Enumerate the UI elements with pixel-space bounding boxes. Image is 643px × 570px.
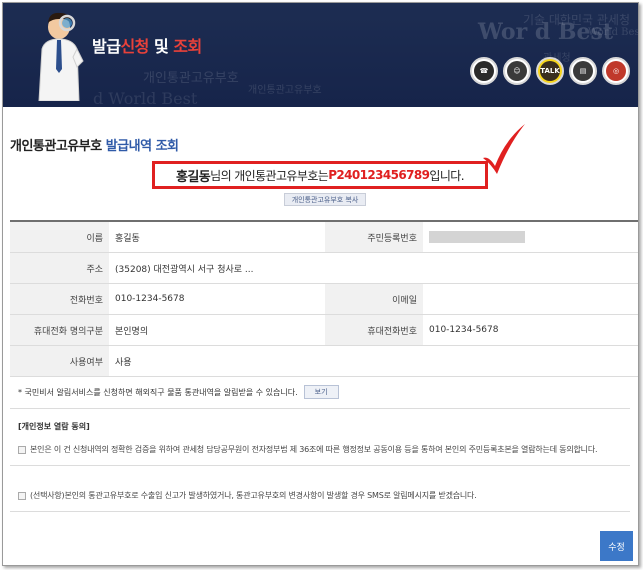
banner-background-text: 개인통관고유부호: [143, 71, 239, 86]
address-value: (35208) 대전광역시 서구 청사로 ...: [115, 264, 254, 275]
banner-background-text: 개인통관고유부호: [248, 85, 322, 96]
table-row: 사용여부 사용: [10, 346, 638, 377]
phone-icon[interactable]: ☎: [470, 57, 498, 85]
table-row: 전화번호 010-1234-5678 이메일: [10, 284, 638, 315]
person-help-icon[interactable]: ☺: [503, 57, 531, 85]
copy-code-button[interactable]: 개인통관고유부호 복사: [284, 193, 366, 206]
name-value: 홍길동: [115, 233, 140, 244]
divider: [10, 465, 630, 466]
address-label: 주소: [10, 253, 109, 283]
rrn-value: [423, 222, 638, 252]
page-title: 개인통관고유부호 발급내역 조회: [10, 139, 179, 154]
header-banner: 기술 대한민국 관세청 Wor d Best World Best 관세청 개인…: [3, 3, 638, 107]
view-button[interactable]: 보기: [303, 385, 339, 399]
email-value: [423, 284, 638, 314]
consent-item-sms: (선택사항)본인의 통관고유부호로 수출입 신고가 발생하였거나, 통관고유부호…: [18, 490, 477, 501]
consent-sms-text: (선택사항)본인의 통관고유부호로 수출입 신고가 발생하였거나, 통관고유부호…: [30, 491, 477, 500]
red-checkmark-icon: [483, 124, 525, 174]
monitor-icon[interactable]: ▤: [569, 57, 597, 85]
status-label: 사용여부: [10, 346, 109, 376]
screenshot-frame: 기술 대한민국 관세청 Wor d Best World Best 관세청 개인…: [2, 2, 639, 566]
kakao-talk-icon[interactable]: TALK: [536, 57, 564, 85]
mobile-value: 010-1234-5678: [429, 325, 499, 335]
notice-text: * 국민비서 알림서비스를 신청하면 해외직구 물품 통관내역을 알림받을 수 …: [18, 387, 298, 397]
result-name: 홍길동: [176, 169, 211, 185]
consent-records-text: 본인은 이 건 신청내역의 정확한 검증을 위하여 관세청 담당공무원이 전자정…: [30, 445, 598, 454]
table-row: 주소 (35208) 대전광역시 서구 청사로 ...: [10, 253, 638, 284]
banner-title: 발급신청 및 조회: [92, 37, 202, 56]
info-table: 이름 홍길동 주민등록번호 주소 (35208) 대전광역시 서구 청사로 ..…: [10, 220, 638, 377]
consent-title: [개인정보 열람 동의]: [18, 422, 90, 431]
divider: [10, 511, 630, 512]
consent-sms-checkbox[interactable]: [18, 491, 26, 500]
mobile-type-label: 휴대전화 명의구분: [10, 315, 109, 345]
notification-notice: * 국민비서 알림서비스를 신청하면 해외직구 물품 통관내역을 알림받을 수 …: [18, 385, 339, 399]
consent-records-checkbox[interactable]: [18, 445, 26, 454]
customs-code-number: P240123456789: [328, 168, 430, 182]
modify-button[interactable]: 수정: [600, 531, 633, 561]
status-value: 사용: [115, 357, 132, 368]
banner-icon-group: ☎ ☺ TALK ▤ ◎: [470, 57, 630, 85]
masked-rrn: [429, 231, 525, 243]
divider: [10, 408, 630, 409]
email-label: 이메일: [325, 284, 423, 314]
table-row: 이름 홍길동 주민등록번호: [10, 222, 638, 253]
banner-background-text: d World Best: [93, 89, 198, 107]
phone-label: 전화번호: [10, 284, 109, 314]
consent-item-records: 본인은 이 건 신청내역의 정확한 검증을 위하여 관세청 담당공무원이 전자정…: [18, 444, 598, 455]
mobile-label: 휴대전화번호: [325, 315, 423, 345]
table-row: 휴대전화 명의구분 본인명의 휴대전화번호 010-1234-5678: [10, 315, 638, 346]
mobile-type-value: 본인명의: [115, 326, 149, 337]
banner-background-text: World Best 관세청: [588, 27, 638, 38]
customs-code-result: 홍길동 님의 개인통관고유부호는 P240123456789 입니다.: [152, 161, 488, 189]
phone-value: 010-1234-5678: [115, 294, 185, 304]
name-label: 이름: [10, 222, 109, 252]
government-emblem-icon[interactable]: ◎: [602, 57, 630, 85]
rrn-label: 주민등록번호: [325, 222, 423, 252]
customs-officer-illustration: [38, 12, 84, 101]
